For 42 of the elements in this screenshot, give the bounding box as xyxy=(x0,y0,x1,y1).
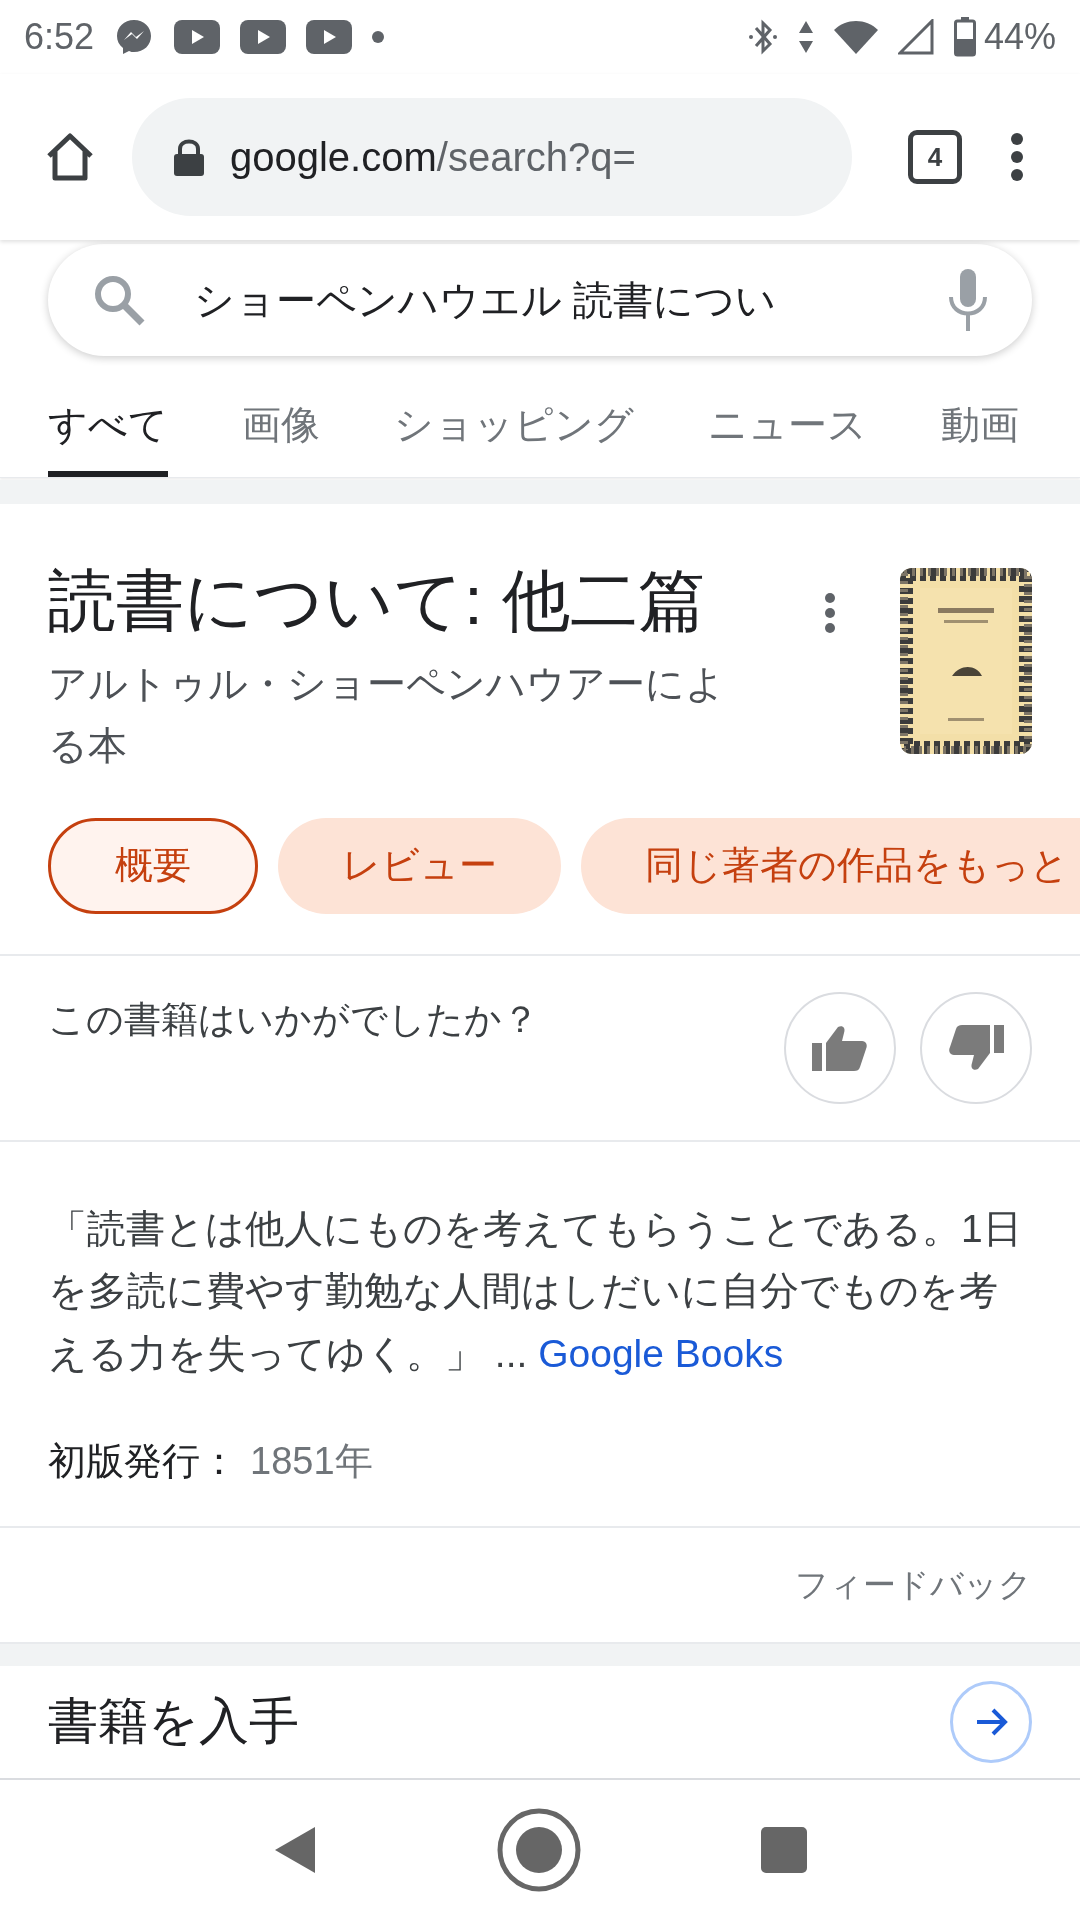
search-tab[interactable]: 動画 xyxy=(941,396,1019,477)
battery-percent: 44% xyxy=(983,15,1056,59)
thumbs-down-icon xyxy=(948,1022,1004,1073)
search-field[interactable]: ショーペンハウエル 読書につい xyxy=(48,244,1032,356)
more-options-icon[interactable] xyxy=(824,591,836,634)
video-play-icon xyxy=(174,20,221,54)
source-link[interactable]: Google Books xyxy=(538,1331,784,1375)
search-tab[interactable]: ニュース xyxy=(708,396,867,477)
search-icon xyxy=(92,273,146,327)
book-quote: 「読書とは他人にものを考えてもらうことである。1日を多読に費やす勤勉な人間はしだいに自分でものを考える力を失ってゆく。」 ... Google Books xyxy=(48,1205,1023,1377)
detail-label: 初版発行： xyxy=(48,1439,238,1485)
filter-chip[interactable]: 概要 xyxy=(48,817,258,914)
bluetooth-icon xyxy=(747,18,778,56)
more-menu-icon[interactable] xyxy=(1010,132,1024,182)
filter-chip[interactable]: 同じ著者の作品をもっと xyxy=(581,817,1080,914)
filter-chip[interactable]: レビュー xyxy=(278,817,561,914)
home-circle-icon[interactable] xyxy=(497,1808,581,1892)
battery-icon xyxy=(953,17,976,57)
search-tab[interactable]: 画像 xyxy=(242,396,320,477)
feedback-link[interactable]: フィードバック xyxy=(795,1560,1032,1610)
back-icon[interactable] xyxy=(273,1825,317,1875)
microphone-icon[interactable] xyxy=(948,269,988,331)
video-play-icon xyxy=(240,20,287,54)
lock-icon xyxy=(172,137,206,177)
tab-count-button[interactable]: 4 xyxy=(908,130,962,184)
book-author: アルトゥル・ショーペンハウアーによる本 xyxy=(48,661,726,770)
thumbs-up-button[interactable] xyxy=(784,991,896,1104)
book-title: 読書について: 他二篇 xyxy=(48,560,707,640)
rating-question: この書籍はいかがでしたか？ xyxy=(48,997,540,1042)
wifi-icon xyxy=(833,20,878,54)
data-arrows-icon xyxy=(797,19,814,55)
dot-icon xyxy=(372,31,385,43)
url-text: google.com/search?q= xyxy=(230,134,636,181)
video-play-icon xyxy=(306,20,353,54)
thumbs-down-button[interactable] xyxy=(920,991,1032,1104)
detail-value: 1851年 xyxy=(250,1439,373,1485)
signal-icon xyxy=(897,19,934,55)
arrow-button[interactable] xyxy=(950,1680,1032,1763)
section-title: 書籍を入手 xyxy=(48,1692,300,1752)
search-tab[interactable]: ショッピング xyxy=(394,396,634,477)
status-time: 6:52 xyxy=(24,15,95,59)
address-bar[interactable]: google.com/search?q= xyxy=(132,98,852,216)
